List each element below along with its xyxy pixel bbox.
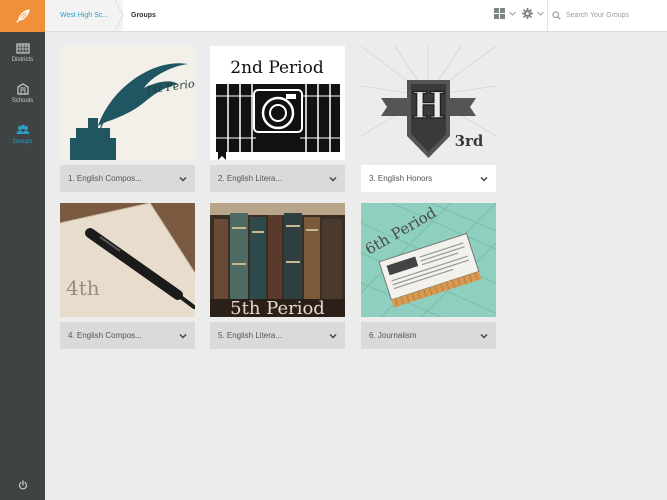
breadcrumb-separator-icon bbox=[115, 0, 124, 31]
art-caption: 2nd Period bbox=[230, 58, 324, 78]
art-letter: H bbox=[411, 85, 445, 127]
group-art-2nd-period: 2nd Period bbox=[210, 46, 345, 160]
sidebar-item-label: Districts bbox=[11, 57, 34, 63]
art-caption: 5th Period bbox=[230, 298, 325, 317]
group-card-footer[interactable]: 2. English Litera... bbox=[210, 165, 345, 192]
group-art-1st-period: 1st Period bbox=[60, 46, 202, 160]
search-input[interactable] bbox=[566, 12, 656, 19]
sidebar: Districts Schools Groups bbox=[0, 0, 45, 500]
toolbar-divider bbox=[547, 0, 548, 31]
chevron-down-icon[interactable] bbox=[480, 175, 488, 183]
building-grid-icon bbox=[15, 43, 30, 54]
group-art-5th-period: 5th Period bbox=[210, 203, 345, 319]
sidebar-item-groups[interactable]: Groups bbox=[0, 114, 45, 155]
group-card-label: 4. English Compos... bbox=[68, 331, 142, 340]
group-card-5[interactable]: 5th Period 5. English Litera... bbox=[210, 203, 345, 349]
sidebar-item-districts[interactable]: Districts bbox=[0, 32, 45, 73]
grid-view-icon[interactable] bbox=[494, 8, 505, 19]
gear-icon[interactable] bbox=[522, 8, 533, 19]
search-icon bbox=[552, 11, 561, 20]
chevron-down-icon[interactable] bbox=[329, 175, 337, 183]
group-art-4th: 4th bbox=[59, 202, 196, 317]
sidebar-item-label: Groups bbox=[12, 139, 33, 145]
chevron-down-icon[interactable] bbox=[329, 332, 337, 340]
group-card-label: 2. English Litera... bbox=[218, 174, 283, 183]
chevron-down-icon[interactable] bbox=[179, 175, 187, 183]
logout-button[interactable] bbox=[0, 480, 45, 490]
top-bar: West High Sc... Groups bbox=[45, 0, 667, 32]
chevron-down-icon[interactable] bbox=[508, 9, 517, 18]
group-card-label: 1. English Compos... bbox=[68, 174, 142, 183]
breadcrumb-school[interactable]: West High Sc... bbox=[45, 0, 123, 31]
app-logo[interactable] bbox=[0, 0, 45, 32]
group-art-3rd-honors: H 3rd bbox=[360, 45, 497, 160]
breadcrumb-current: Groups bbox=[131, 12, 156, 19]
group-card-footer[interactable]: 3. English Honors bbox=[361, 165, 496, 192]
people-icon bbox=[16, 124, 29, 134]
group-card-label: 5. English Litera... bbox=[218, 331, 283, 340]
art-caption: 3rd bbox=[455, 132, 484, 150]
group-card-label: 6. Journalism bbox=[369, 331, 417, 340]
art-caption: 4th bbox=[66, 276, 100, 300]
group-card-2[interactable]: 2nd Period 2. English Litera... bbox=[210, 46, 345, 192]
toolbar-icons bbox=[494, 8, 545, 19]
group-card-4[interactable]: 4th 4. English Compos... bbox=[59, 202, 196, 349]
group-card-3[interactable]: H 3rd 3. English Honors bbox=[360, 45, 497, 192]
search-box[interactable] bbox=[552, 0, 664, 31]
group-card-label: 3. English Honors bbox=[369, 174, 433, 183]
sidebar-item-schools[interactable]: Schools bbox=[0, 73, 45, 114]
power-icon bbox=[18, 480, 27, 490]
group-card-footer[interactable]: 1. English Compos... bbox=[60, 165, 195, 192]
group-card-footer[interactable]: 4. English Compos... bbox=[60, 322, 195, 349]
chevron-down-icon[interactable] bbox=[480, 332, 488, 340]
group-card-footer[interactable]: 6. Journalism bbox=[361, 322, 496, 349]
chevron-down-icon[interactable] bbox=[536, 9, 545, 18]
group-card-1[interactable]: 1st Period 1. English Compos... bbox=[60, 46, 202, 192]
sidebar-item-label: Schools bbox=[11, 98, 34, 104]
group-card-6[interactable]: 6th Period 6. Journalism bbox=[360, 202, 497, 349]
group-card-footer[interactable]: 5. English Litera... bbox=[210, 322, 345, 349]
school-icon bbox=[16, 83, 29, 95]
quill-logo-icon bbox=[15, 9, 30, 23]
chevron-down-icon[interactable] bbox=[179, 332, 187, 340]
group-art-6th-period: 6th Period bbox=[360, 202, 497, 318]
